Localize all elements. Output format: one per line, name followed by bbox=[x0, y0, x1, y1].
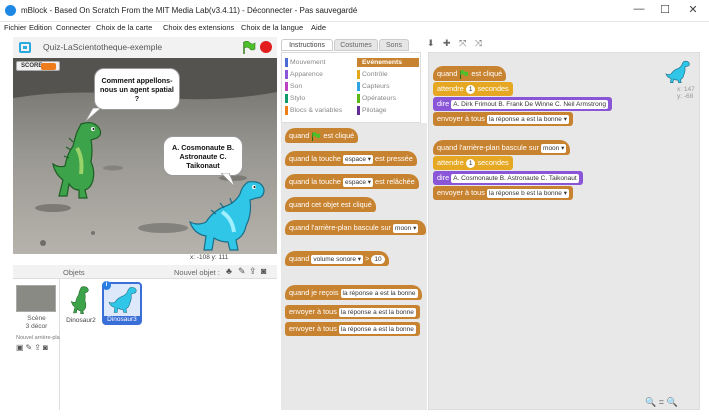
question-bubble: Comment appellons-nous un agent spatial … bbox=[94, 68, 180, 110]
project-name[interactable]: Quiz-LaScientotheque-exemple bbox=[43, 42, 203, 52]
sprite-position: x: 147 y: -68 bbox=[677, 86, 695, 100]
palette-broadcast[interactable]: envoyer à tous la réponse a est la bonne bbox=[285, 305, 420, 319]
green-flag-icon[interactable] bbox=[242, 41, 256, 54]
category-operateurs[interactable]: Opérateurs bbox=[357, 94, 419, 103]
sprite-info-icon[interactable]: i bbox=[102, 281, 111, 290]
block-palette: quand est cliqué quand la touche espace … bbox=[281, 123, 427, 410]
scene-thumbnail[interactable] bbox=[16, 285, 56, 312]
fullscreen-icon[interactable] bbox=[19, 42, 31, 53]
dinosaur3-thumbnail bbox=[108, 287, 137, 313]
sprite-tile-dinosaur2[interactable]: Dinosaur2 bbox=[62, 285, 100, 324]
palette-when-key-pressed[interactable]: quand la touche espace ▾ est pressée bbox=[285, 151, 417, 166]
sprite-x: x: 147 bbox=[677, 86, 695, 93]
sprite-name-dinosaur2: Dinosaur2 bbox=[66, 317, 96, 324]
window-title: mBlock - Based On Scratch From the MIT M… bbox=[21, 6, 358, 15]
palette-broadcast-and-wait[interactable]: envoyer à tous la réponse a est la bonne bbox=[285, 322, 420, 336]
new-backdrop-label: Nouvel arrière-plan : bbox=[16, 335, 66, 341]
new-backdrop-icons[interactable]: ▣✎⇪◙ bbox=[16, 343, 50, 352]
toolbar-icons[interactable]: ⬇ ✚ ⤧ ⤨ bbox=[427, 38, 485, 49]
scene-label: Scène bbox=[27, 315, 46, 322]
title-bar: mBlock - Based On Scratch From the MIT M… bbox=[0, 0, 709, 22]
choose-sprite-icon[interactable]: ♣ bbox=[226, 266, 232, 276]
palette-when-sensor-greater[interactable]: quand volume sonore ▾ > 10 bbox=[285, 251, 389, 266]
palette-when-flag-clicked[interactable]: quand est cliqué bbox=[285, 128, 359, 143]
stop-button[interactable] bbox=[260, 41, 272, 53]
upload-sprite-icon[interactable]: ⇪ bbox=[249, 266, 257, 277]
sprites-title: Objets bbox=[63, 268, 85, 277]
script1-say[interactable]: dire A. Dirk Frimout B. Frank De Winne C… bbox=[433, 97, 612, 111]
answer-bubble: A. Cosmonaute B. Astronaute C. Taikonaut bbox=[163, 136, 243, 176]
score-monitor: SCORE bbox=[16, 61, 60, 71]
category-son[interactable]: Son bbox=[285, 82, 349, 91]
menu-carte[interactable]: Choix de la carte bbox=[96, 23, 152, 32]
menu-fichier[interactable]: Fichier bbox=[4, 23, 27, 32]
current-sprite-thumbnail bbox=[665, 60, 690, 84]
zoom-controls[interactable]: 🔍 = 🔍 bbox=[645, 397, 678, 408]
menu-connecter[interactable]: Connecter bbox=[56, 23, 91, 32]
script1-when-flag-clicked[interactable]: quand est cliqué bbox=[433, 66, 507, 81]
scene-backdrop-count: 3 décor bbox=[25, 323, 48, 330]
dinosaur2-sprite[interactable] bbox=[51, 118, 109, 202]
script1-wait[interactable]: attendre 1 secondes bbox=[433, 82, 513, 96]
sprite-name-dinosaur3: Dinosaur3 bbox=[104, 316, 140, 323]
sprite-list: Dinosaur2 i Dinosaur3 bbox=[60, 279, 277, 410]
category-pilotage[interactable]: Pilotage bbox=[357, 106, 419, 115]
stage-header: Quiz-LaScientotheque-exemple bbox=[13, 37, 277, 58]
score-label: SCORE bbox=[21, 63, 43, 69]
scene-column: Scène 3 décor Nouvel arrière-plan : ▣✎⇪◙ bbox=[13, 279, 66, 410]
palette-when-i-receive[interactable]: quand je reçois la réponse a est la bonn… bbox=[285, 285, 422, 300]
score-value bbox=[41, 63, 56, 70]
category-pane: Mouvement Apparence Son Stylo Blocs & va… bbox=[281, 52, 421, 123]
category-capteurs[interactable]: Capteurs bbox=[357, 82, 419, 91]
new-object-label: Nouvel objet : bbox=[174, 268, 220, 277]
minimize-button[interactable]: — bbox=[628, 3, 650, 15]
script1-broadcast[interactable]: envoyer à tous la réponse a est la bonne… bbox=[433, 112, 573, 126]
script2-wait[interactable]: attendre 1 secondes bbox=[433, 156, 513, 170]
close-button[interactable]: ✕ bbox=[682, 3, 704, 16]
dinosaur2-thumbnail bbox=[70, 286, 89, 314]
sprite-y: y: -68 bbox=[677, 93, 694, 100]
dinosaur3-sprite[interactable] bbox=[188, 178, 268, 254]
script2-when-backdrop-switches[interactable]: quand l'arrière-plan bascule sur moon ▾ bbox=[433, 140, 571, 155]
sprite-tile-dinosaur3[interactable]: i Dinosaur3 bbox=[102, 281, 142, 325]
category-controle[interactable]: Contrôle bbox=[357, 70, 419, 79]
category-evenements[interactable]: Evénements bbox=[357, 58, 419, 67]
category-mouvement[interactable]: Mouvement bbox=[285, 58, 349, 67]
menu-extensions[interactable]: Choix des extensions bbox=[163, 23, 234, 32]
category-blocs-variables[interactable]: Blocs & variables bbox=[285, 106, 353, 115]
script2-broadcast[interactable]: envoyer à tous la réponse b est la bonne… bbox=[433, 186, 573, 200]
category-apparence[interactable]: Apparence bbox=[285, 70, 349, 79]
answer-text: A. Cosmonaute B. Astronaute C. Taikonaut bbox=[172, 142, 234, 170]
green-flag-icon bbox=[312, 131, 321, 141]
stage-coordinates: x: -108 y: 111 bbox=[190, 254, 229, 261]
paint-sprite-icon[interactable]: ✎ bbox=[238, 266, 246, 277]
menu-langue[interactable]: Choix de la langue bbox=[241, 23, 303, 32]
palette-when-backdrop-switches[interactable]: quand l'arrière-plan bascule sur moon ▾ bbox=[285, 220, 426, 235]
category-stylo[interactable]: Stylo bbox=[285, 94, 349, 103]
mblock-logo-icon bbox=[5, 5, 16, 16]
menu-aide[interactable]: Aide bbox=[311, 23, 326, 32]
tab-costumes[interactable]: Costumes bbox=[334, 39, 378, 51]
green-flag-icon bbox=[460, 69, 469, 79]
palette-when-sprite-clicked[interactable]: quand cet objet est cliqué bbox=[285, 197, 376, 212]
palette-when-key-released[interactable]: quand la touche espace ▾ est relâchée bbox=[285, 174, 419, 189]
script2-say[interactable]: dire A. Cosmonaute B. Astronaute C. Taik… bbox=[433, 171, 583, 185]
stage[interactable]: SCORE Comment appellons-nous un agent sp… bbox=[13, 58, 277, 254]
menu-edition[interactable]: Edition bbox=[29, 23, 52, 32]
menu-bar: Fichier Edition Connecter Choix de la ca… bbox=[0, 22, 709, 35]
tab-instructions[interactable]: Instructions bbox=[281, 39, 333, 51]
sprites-header: Objets Nouvel objet : ♣ ✎ ⇪ ◙ bbox=[13, 265, 277, 279]
tab-sons[interactable]: Sons bbox=[379, 39, 409, 51]
editor-tabs: Instructions Costumes Sons bbox=[281, 37, 417, 52]
camera-sprite-icon[interactable]: ◙ bbox=[261, 266, 266, 276]
question-text: Comment appellons-nous un agent spatial … bbox=[100, 75, 174, 103]
maximize-button[interactable]: ☐ bbox=[654, 3, 676, 16]
